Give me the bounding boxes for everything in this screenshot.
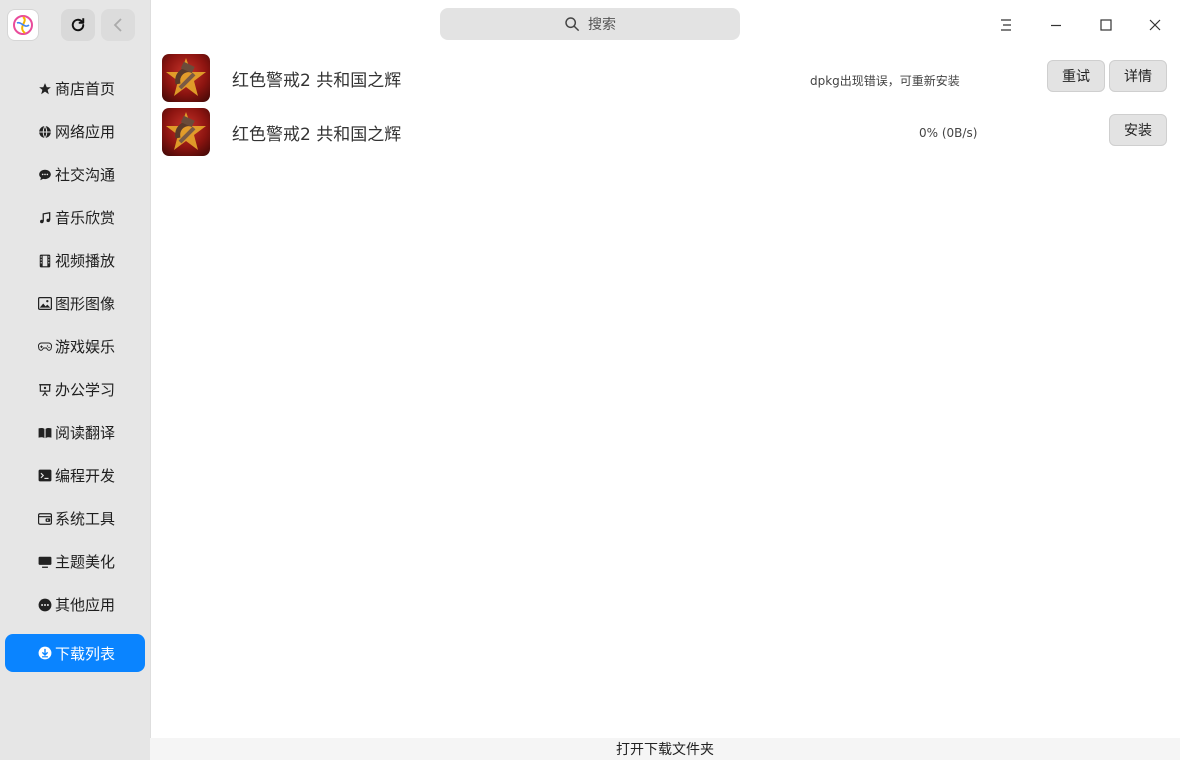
gamepad-icon: [38, 340, 52, 354]
search-icon: [564, 16, 580, 32]
globe-icon: [38, 125, 52, 139]
download-item: 红色警戒2 共和国之辉 dpkg出现错误，可重新安装 重试 详情: [162, 54, 1172, 102]
sidebar-item-other[interactable]: 其他应用: [0, 583, 150, 626]
open-download-folder-button[interactable]: 打开下载文件夹: [150, 738, 1180, 760]
app-logo: [8, 10, 38, 40]
retry-button[interactable]: 重试: [1047, 60, 1105, 92]
image-icon: [38, 297, 52, 311]
minimize-icon: [1051, 24, 1061, 27]
download-item: 红色警戒2 共和国之辉 0% (0B/s) 安装: [162, 108, 1172, 156]
chevron-left-icon: [113, 18, 122, 32]
refresh-icon: [71, 18, 85, 32]
sidebar-item-label: 编程开发: [55, 467, 116, 485]
sidebar-item-label: 主题美化: [55, 553, 116, 571]
sidebar-item-office[interactable]: 办公学习: [0, 368, 150, 411]
sidebar-item-home[interactable]: 商店首页: [0, 67, 150, 110]
presentation-icon: [38, 383, 52, 397]
monitor-icon: [38, 555, 52, 569]
wallet-icon: [38, 512, 52, 526]
sidebar-item-label: 网络应用: [55, 123, 116, 141]
app-title: 红色警戒2 共和国之辉: [232, 125, 402, 145]
sidebar-item-label: 图形图像: [55, 295, 116, 313]
search-placeholder: 搜索: [588, 17, 616, 33]
sidebar-item-graphics[interactable]: 图形图像: [0, 282, 150, 325]
sidebar-item-label: 社交沟通: [55, 166, 116, 184]
close-icon: [1149, 19, 1161, 31]
sidebar-item-video[interactable]: 视频播放: [0, 239, 150, 282]
back-button[interactable]: [101, 9, 135, 41]
sidebar-item-label: 办公学习: [55, 381, 116, 399]
sidebar-item-label: 阅读翻译: [55, 424, 116, 442]
app-title: 红色警戒2 共和国之辉: [232, 71, 402, 91]
footer-label: 打开下载文件夹: [616, 742, 714, 758]
details-button[interactable]: 详情: [1109, 60, 1167, 92]
sidebar-item-label: 音乐欣赏: [55, 209, 116, 227]
sidebar-item-label: 系统工具: [55, 510, 116, 528]
more-icon: [38, 598, 52, 612]
sidebar-item-network[interactable]: 网络应用: [0, 110, 150, 153]
sidebar-item-label: 游戏娱乐: [55, 338, 116, 356]
refresh-button[interactable]: [61, 9, 95, 41]
sidebar-item-downloads[interactable]: 下载列表: [5, 634, 145, 672]
sidebar-item-music[interactable]: 音乐欣赏: [0, 196, 150, 239]
sidebar-item-games[interactable]: 游戏娱乐: [0, 325, 150, 368]
sidebar-item-social[interactable]: 社交沟通: [0, 153, 150, 196]
sidebar-item-themes[interactable]: 主题美化: [0, 540, 150, 583]
sidebar-item-label: 商店首页: [55, 80, 116, 98]
minimize-button[interactable]: [1041, 10, 1071, 40]
chat-icon: [38, 168, 52, 182]
sidebar-item-reading[interactable]: 阅读翻译: [0, 411, 150, 454]
maximize-icon: [1100, 19, 1112, 31]
menu-icon: [1001, 19, 1011, 31]
sidebar-item-label: 其他应用: [55, 596, 116, 614]
download-status: dpkg出现错误，可重新安装: [810, 74, 960, 88]
sidebar: 商店首页 网络应用 社交沟通 音乐欣赏 视频播放 图形图像 游戏娱乐 办公学习 …: [0, 0, 151, 760]
download-progress: 0% (0B/s): [919, 126, 978, 140]
music-note-icon: [38, 211, 52, 225]
sidebar-item-programming[interactable]: 编程开发: [0, 454, 150, 497]
app-icon: [162, 54, 210, 102]
sidebar-item-label: 下载列表: [55, 644, 116, 663]
maximize-button[interactable]: [1091, 10, 1121, 40]
film-icon: [38, 254, 52, 268]
category-nav: 商店首页 网络应用 社交沟通 音乐欣赏 视频播放 图形图像 游戏娱乐 办公学习 …: [0, 67, 150, 672]
terminal-icon: [38, 469, 52, 483]
book-icon: [38, 426, 52, 440]
sidebar-item-tools[interactable]: 系统工具: [0, 497, 150, 540]
app-window: 商店首页 网络应用 社交沟通 音乐欣赏 视频播放 图形图像 游戏娱乐 办公学习 …: [0, 0, 1180, 760]
sidebar-item-label: 视频播放: [55, 252, 116, 270]
star-icon: [38, 82, 52, 96]
app-icon: [162, 108, 210, 156]
search-input[interactable]: 搜索: [440, 8, 740, 40]
install-button[interactable]: 安装: [1109, 114, 1167, 146]
menu-button[interactable]: [991, 10, 1021, 40]
download-icon: [38, 646, 52, 660]
close-button[interactable]: [1140, 10, 1170, 40]
